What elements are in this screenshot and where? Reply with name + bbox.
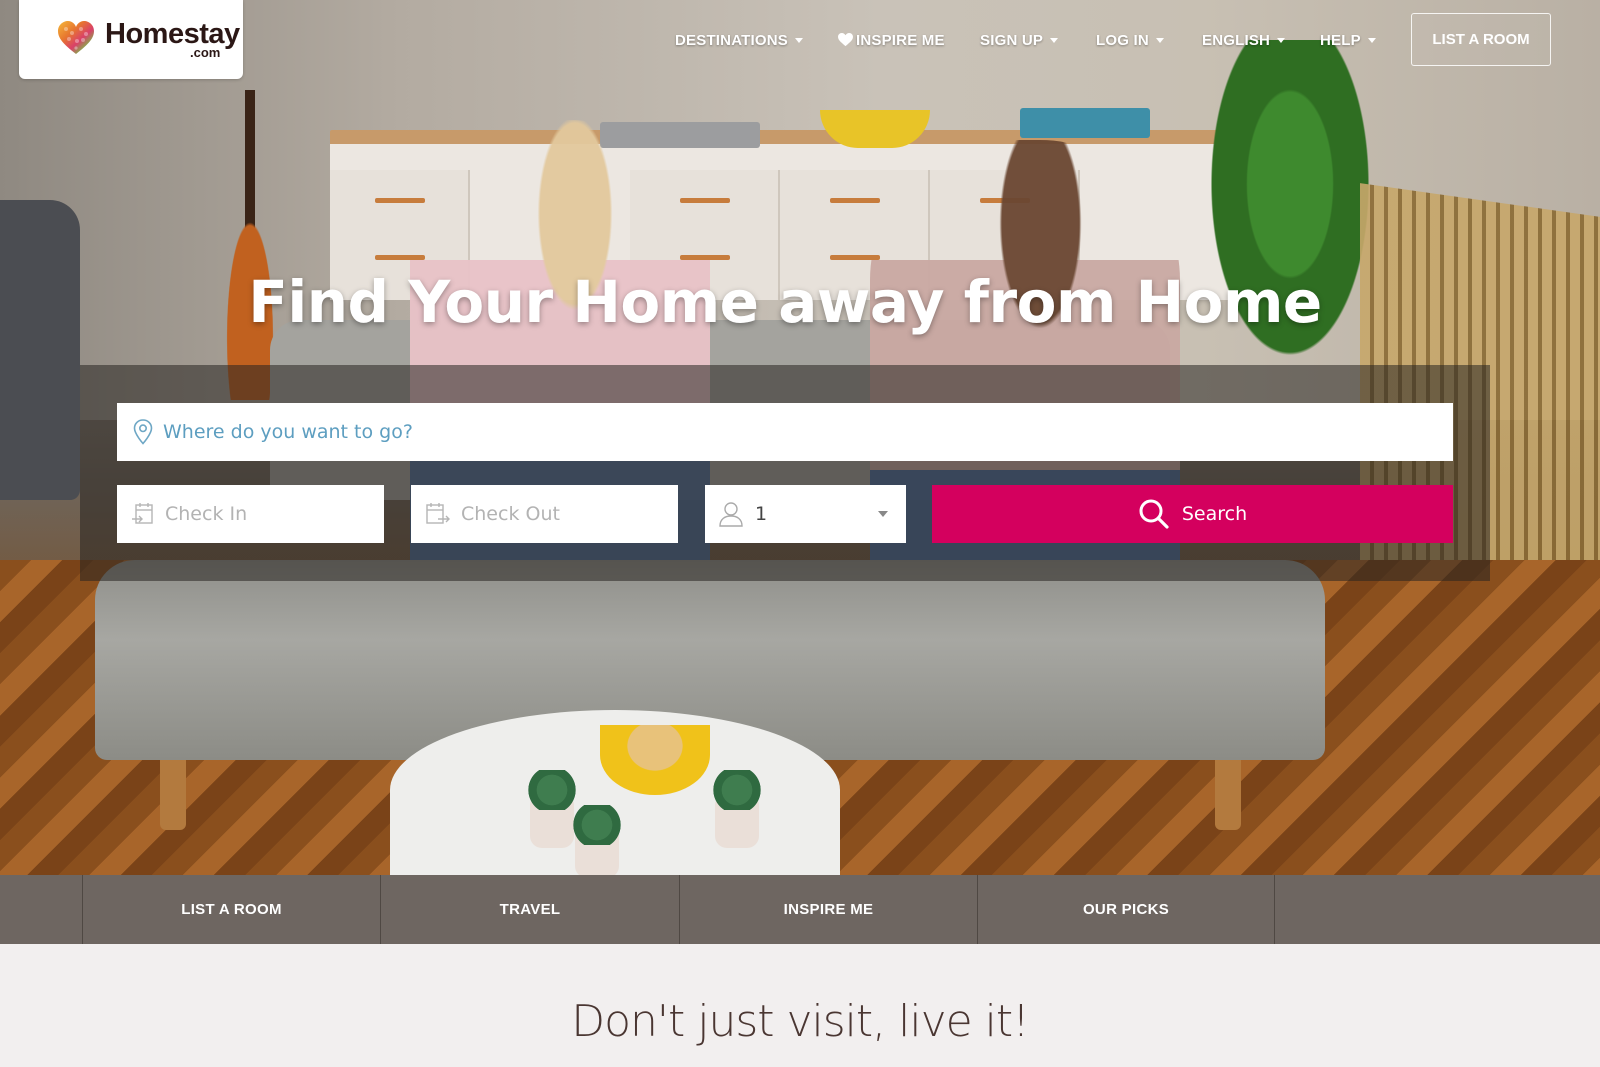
section-tagline: Don't just visit, live it! [571,996,1030,1047]
caret-down-icon [1367,37,1376,43]
photo-succulent [570,805,624,845]
caret-down-icon [1155,37,1164,43]
guests-select[interactable]: 1 [705,485,906,543]
nav-language[interactable]: ENGLISH [1202,28,1286,52]
check-in-input[interactable]: Check In [117,485,384,543]
caret-down-icon [878,511,888,517]
destination-placeholder: Where do you want to go? [163,421,413,443]
nav-label: LOG IN [1096,31,1149,49]
logo-domain-suffix: .com [190,45,221,60]
section-tab-bar: LIST A ROOM TRAVEL INSPIRE ME OUR PICKS [0,875,1600,944]
search-button[interactable]: Search [932,485,1453,543]
photo-chair [0,200,80,500]
photo-sofa-leg [160,760,186,830]
person-icon [719,502,743,527]
tab-spacer-right [1274,875,1600,944]
search-button-label: Search [1181,503,1248,525]
check-in-placeholder: Check In [165,503,248,525]
tab-travel[interactable]: TRAVEL [380,875,679,944]
hero-headline: Find Your Home away from Home [248,268,1322,336]
photo-sofa-leg [1215,760,1241,830]
map-pin-icon [133,419,153,445]
nav-label: HELP [1320,31,1361,49]
nav-label: DESTINATIONS [675,31,788,49]
search-icon [1139,499,1169,529]
nav-label: ENGLISH [1202,31,1271,49]
caret-down-icon [794,37,803,43]
check-out-input[interactable]: Check Out [411,485,678,543]
calendar-in-icon [132,503,153,524]
caret-down-icon [1277,37,1286,43]
calendar-out-icon [426,503,450,524]
destination-input[interactable]: Where do you want to go? [117,403,1453,461]
photo-succulent [525,770,579,810]
photo-succulent [710,770,764,810]
tab-inspire-me[interactable]: INSPIRE ME [679,875,977,944]
heart-logo-icon [58,21,94,54]
nav-inspire-me[interactable]: INSPIRE ME [838,28,945,52]
heart-icon [838,33,853,47]
tab-list-a-room[interactable]: LIST A ROOM [82,875,380,944]
search-panel [80,365,1490,581]
list-a-room-button[interactable]: LIST A ROOM [1411,13,1551,66]
tab-spacer-left [0,875,82,944]
tab-our-picks[interactable]: OUR PICKS [977,875,1274,944]
check-out-placeholder: Check Out [461,503,560,525]
nav-sign-up[interactable]: SIGN UP [980,28,1059,52]
nav-log-in[interactable]: LOG IN [1096,28,1164,52]
site-logo[interactable]: Homestay .com [19,0,243,79]
nav-help[interactable]: HELP [1320,28,1376,52]
nav-label: INSPIRE ME [856,31,945,49]
caret-down-icon [1050,37,1059,43]
nav-label: SIGN UP [980,31,1044,49]
guests-value: 1 [755,503,768,525]
nav-destinations[interactable]: DESTINATIONS [675,28,803,52]
